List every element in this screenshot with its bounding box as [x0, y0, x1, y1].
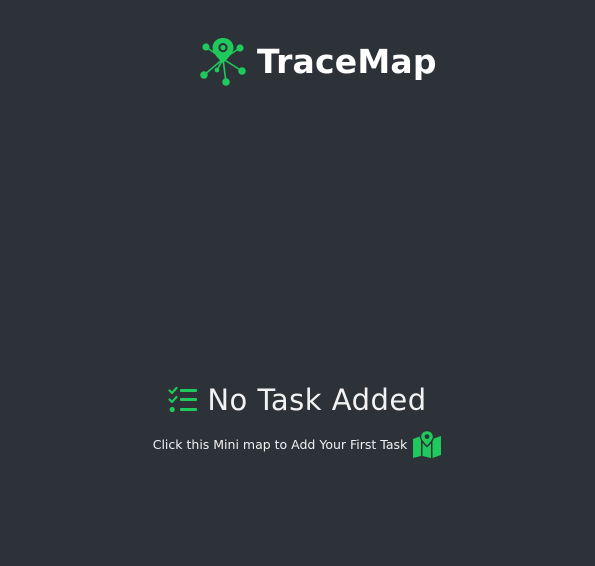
- brand-header: TraceMap: [197, 33, 437, 89]
- list-check-icon: [168, 386, 198, 413]
- mini-map-prompt[interactable]: Click this Mini map to Add Your First Ta…: [153, 430, 443, 458]
- network-pin-icon: [200, 38, 246, 86]
- empty-state-heading: No Task Added: [168, 383, 426, 417]
- empty-state: No Task Added Click this Mini map to Add…: [0, 383, 595, 458]
- mini-map-icon[interactable]: [412, 430, 442, 458]
- app-window: TraceMap No Task Added Click this Mini m…: [0, 0, 595, 566]
- empty-state-subtitle: Click this Mini map to Add Your First Ta…: [152, 436, 408, 452]
- empty-state-title: No Task Added: [207, 383, 427, 417]
- app-name: TraceMap: [257, 41, 437, 81]
